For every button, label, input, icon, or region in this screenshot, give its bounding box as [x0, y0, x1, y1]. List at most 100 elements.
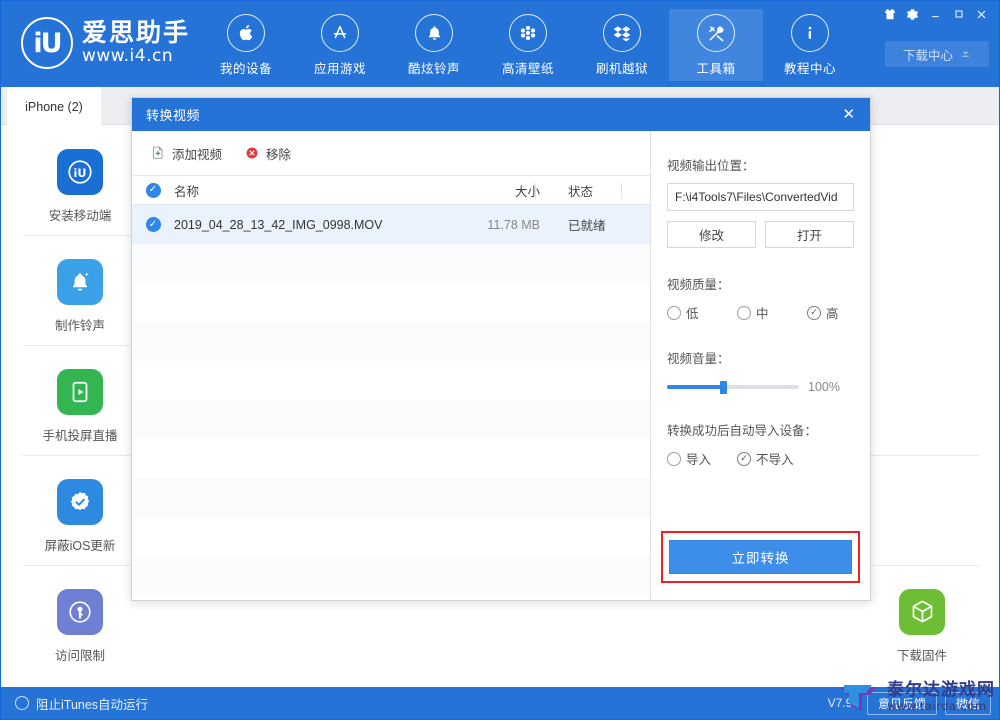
nav-item-my-device[interactable]: 我的设备 [199, 9, 293, 81]
block-update-icon [57, 478, 103, 525]
auto-import-options: 导入 ✓ 不导入 [667, 449, 854, 468]
table-row-empty [132, 361, 650, 400]
video-volume-label: 视频音量： [667, 352, 730, 366]
auto-import-option-label: 导入 [686, 453, 712, 467]
i4-app-icon: iU [57, 148, 103, 195]
video-quality-options: 低 中 ✓ 高 [667, 303, 854, 322]
close-icon[interactable] [970, 4, 993, 24]
tool-label: 下载固件 [896, 648, 947, 663]
modify-path-button[interactable]: 修改 [667, 221, 756, 248]
header-divider [535, 183, 536, 199]
table-row-empty [132, 244, 650, 283]
quality-option-label: 低 [686, 307, 699, 321]
convert-button-highlight: 立即转换 [661, 531, 860, 583]
nav-label: 我的设备 [219, 62, 272, 76]
watermark-text: 泰尔达游戏网 www.tairda.com [887, 680, 995, 714]
list-column-headers: ✓ 名称 大小 状态 [132, 175, 650, 205]
header-divider [621, 183, 622, 199]
add-video-label: 添加视频 [172, 147, 223, 162]
quality-option-high[interactable]: ✓ 高 [807, 303, 839, 322]
tools-icon [697, 14, 735, 52]
nav-label: 酷炫铃声 [407, 62, 460, 76]
bell-icon [57, 258, 103, 305]
row-checkbox[interactable]: ✓ [132, 217, 174, 232]
settings-gear-icon[interactable] [901, 4, 924, 24]
table-row[interactable]: ✓ 2019_04_28_13_42_IMG_0998.MOV 11.78 MB… [132, 205, 650, 244]
video-quality-section: 视频质量： 低 中 ✓ 高 [667, 274, 854, 322]
remove-video-label: 移除 [266, 147, 292, 162]
key-lock-icon [57, 588, 103, 635]
table-row-empty [132, 556, 650, 595]
volume-slider[interactable] [667, 381, 799, 394]
conversion-settings-panel: 视频输出位置： F:\i4Tools7\Files\ConvertedVid 修… [651, 131, 870, 600]
quality-option-medium[interactable]: 中 [737, 303, 807, 322]
tool-label: 安装移动端 [48, 208, 112, 223]
list-toolbar: 添加视频 移除 [132, 131, 650, 175]
download-center-button[interactable]: 下载中心 [885, 41, 989, 67]
auto-import-option-yes[interactable]: 导入 [667, 449, 737, 468]
select-all-checkbox[interactable]: ✓ [132, 182, 174, 198]
nav-item-wallpapers[interactable]: 高清壁纸 [481, 9, 575, 81]
add-video-button[interactable]: 添加视频 [150, 144, 222, 163]
application-window: iU 爱思助手 www.i4.cn 我的设备 应用游戏 酷炫铃声 高清壁纸 刷机… [0, 0, 1000, 720]
app-header: iU 爱思助手 www.i4.cn 我的设备 应用游戏 酷炫铃声 高清壁纸 刷机… [1, 1, 999, 87]
check-icon: ✓ [145, 217, 161, 232]
watermark-url: www.tairda.com [887, 699, 987, 714]
main-navigation: 我的设备 应用游戏 酷炫铃声 高清壁纸 刷机越狱 工具箱 教程中心 [199, 9, 857, 81]
auto-import-option-no[interactable]: ✓ 不导入 [737, 449, 794, 468]
radio-icon [667, 451, 681, 466]
dialog-close-icon[interactable]: ✕ [836, 102, 862, 126]
table-row-empty [132, 283, 650, 322]
open-path-button[interactable]: 打开 [765, 221, 854, 248]
skin-icon[interactable] [878, 4, 901, 24]
tool-label: 屏蔽iOS更新 [44, 538, 116, 553]
output-path-input[interactable]: F:\i4Tools7\Files\ConvertedVid [667, 183, 854, 211]
video-list-panel: 添加视频 移除 ✓ 名称 大小 状态 ✓ 2019_04_28_13_42_IM… [132, 131, 651, 600]
maximize-icon[interactable] [947, 4, 970, 24]
watermark-name: 泰尔达游戏网 [887, 680, 995, 700]
radio-checked-icon: ✓ [737, 451, 751, 466]
tab-iphone[interactable]: iPhone (2) [7, 87, 101, 125]
tool-label: 手机投屏直播 [42, 428, 118, 443]
output-path-label: 视频输出位置： [667, 159, 755, 173]
volume-slider-thumb[interactable] [719, 381, 727, 394]
table-row-empty [132, 478, 650, 517]
tool-label: 制作铃声 [54, 318, 105, 333]
convert-now-button[interactable]: 立即转换 [669, 540, 852, 574]
dialog-title-bar: 转换视频 ✕ [132, 98, 870, 131]
tool-label: 访问限制 [54, 648, 105, 663]
block-itunes-toggle[interactable]: 阻止iTunes自动运行 [15, 694, 148, 713]
nav-item-ringtones[interactable]: 酷炫铃声 [387, 9, 481, 81]
nav-item-apps-games[interactable]: 应用游戏 [293, 9, 387, 81]
quality-option-low[interactable]: 低 [667, 303, 737, 322]
dialog-title: 转换视频 [146, 108, 201, 123]
remove-video-button[interactable]: 移除 [244, 144, 291, 163]
convert-video-dialog: 转换视频 ✕ 添加视频 移除 ✓ 名称 大小 状态 ✓ 2019_04_28_1… [131, 97, 871, 601]
table-row-empty [132, 517, 650, 556]
path-button-row: 修改 打开 [667, 221, 854, 248]
site-watermark: 泰尔达游戏网 www.tairda.com [836, 677, 995, 717]
info-icon [791, 14, 829, 52]
quality-option-label: 高 [826, 307, 839, 321]
table-row-empty [132, 439, 650, 478]
nav-item-tutorials[interactable]: 教程中心 [763, 9, 857, 81]
auto-import-option-label: 不导入 [756, 453, 794, 467]
firmware-box-icon [899, 588, 945, 635]
nav-item-flash-jailbreak[interactable]: 刷机越狱 [575, 9, 669, 81]
toggle-circle-icon [15, 696, 29, 710]
radio-checked-icon: ✓ [807, 305, 821, 320]
table-row-empty [132, 400, 650, 439]
nav-item-toolbox[interactable]: 工具箱 [669, 9, 763, 81]
column-header-name: 名称 [174, 184, 200, 199]
download-arrow-icon [960, 47, 971, 61]
row-file-size: 11.78 MB [487, 217, 540, 232]
nav-label: 教程中心 [783, 62, 836, 76]
volume-slider-fill [667, 385, 723, 389]
video-volume-section: 视频音量： 100% [667, 348, 854, 394]
minimize-icon[interactable] [924, 4, 947, 24]
dropbox-icon [603, 14, 641, 52]
screen-cast-icon [57, 368, 103, 415]
radio-icon [667, 305, 681, 320]
radio-icon [737, 305, 751, 320]
quality-option-label: 中 [756, 307, 769, 321]
